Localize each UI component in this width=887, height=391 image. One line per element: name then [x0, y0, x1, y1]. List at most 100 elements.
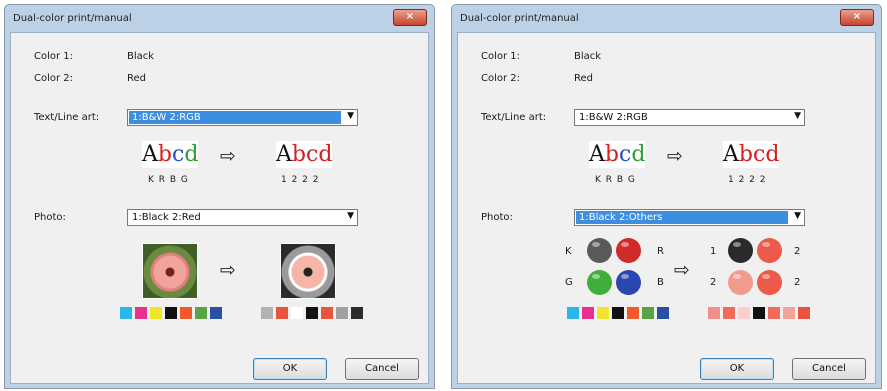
- swatch: [165, 307, 177, 319]
- cancel-button[interactable]: Cancel: [792, 358, 866, 380]
- sample-letter: c: [305, 142, 319, 167]
- ball-label: B: [657, 277, 664, 288]
- swatch: [657, 307, 669, 319]
- ball-black: [728, 238, 753, 263]
- right-arrow-icon: ⇨: [674, 259, 690, 281]
- swatch: [768, 307, 780, 319]
- sample-letter: A: [723, 142, 739, 167]
- swatch: [336, 307, 348, 319]
- swatch: [783, 307, 795, 319]
- ball-label: 2: [794, 246, 801, 257]
- swatch: [351, 307, 363, 319]
- cancel-button[interactable]: Cancel: [345, 358, 419, 380]
- chevron-down-icon[interactable]: ▼: [794, 111, 801, 121]
- text-line-art-label: Text/Line art:: [481, 112, 547, 123]
- chevron-down-icon[interactable]: ▼: [347, 111, 354, 121]
- swatch: [642, 307, 654, 319]
- ball-red: [616, 238, 641, 263]
- sample-text-original: Abcd: [142, 141, 198, 168]
- sample-color-codes: K R B G: [595, 175, 636, 185]
- text-line-art-select[interactable]: 1:B&W 2:RGB ▼: [127, 109, 358, 126]
- sample-letter: b: [157, 142, 172, 167]
- flower-photo-converted: [280, 243, 336, 299]
- photo-value: 1:Black 2:Others: [576, 211, 788, 224]
- swatch: [723, 307, 735, 319]
- ball-label: R: [657, 246, 664, 257]
- sample-letter: d: [184, 142, 199, 167]
- swatch: [306, 307, 318, 319]
- swatch: [150, 307, 162, 319]
- sample-letter: d: [631, 142, 646, 167]
- sample-text-converted: Abcd: [276, 141, 332, 168]
- color1-label: Color 1:: [481, 51, 521, 62]
- swatch: [135, 307, 147, 319]
- ball-light-red: [728, 270, 753, 295]
- swatch: [582, 307, 594, 319]
- swatch: [738, 307, 750, 319]
- title-bar[interactable]: Dual-color print/manual ×: [5, 5, 434, 31]
- ball-label: K: [565, 246, 572, 257]
- ball-label: 1: [710, 246, 717, 257]
- sample-text-converted: Abcd: [723, 141, 779, 168]
- swatch: [597, 307, 609, 319]
- sample-letter: b: [738, 142, 753, 167]
- color2-label: Color 2:: [481, 73, 521, 84]
- swatch: [120, 307, 132, 319]
- swatch: [261, 307, 273, 319]
- color2-value: Red: [574, 73, 593, 84]
- swatch: [798, 307, 810, 319]
- dialog-title: Dual-color print/manual: [460, 13, 579, 24]
- sample-letter: c: [171, 142, 185, 167]
- sample-color-codes: K R B G: [148, 175, 189, 185]
- swatch: [210, 307, 222, 319]
- color1-value: Black: [127, 51, 155, 62]
- close-button[interactable]: ×: [840, 9, 874, 26]
- photo-select[interactable]: 1:Black 2:Others ▼: [574, 209, 805, 226]
- ball-label: 2: [710, 277, 717, 288]
- swatch: [627, 307, 639, 319]
- dialog-body: Color 1: Black Color 2: Red Text/Line ar…: [10, 32, 429, 384]
- close-button[interactable]: ×: [393, 9, 427, 26]
- photo-label: Photo:: [34, 212, 66, 223]
- ok-button[interactable]: OK: [253, 358, 327, 380]
- swatch: [321, 307, 333, 319]
- dialog-dual-color-text: Dual-color print/manual × Color 1: Black…: [4, 4, 435, 389]
- text-line-art-select[interactable]: 1:B&W 2:RGB ▼: [574, 109, 805, 126]
- color1-label: Color 1:: [34, 51, 74, 62]
- result-color-codes: 1 2 2 2: [281, 175, 320, 185]
- sample-letter: A: [589, 142, 605, 167]
- swatch: [276, 307, 288, 319]
- text-line-art-value: 1:B&W 2:RGB: [579, 112, 648, 123]
- swatch: [567, 307, 579, 319]
- ball-green: [587, 270, 612, 295]
- right-arrow-icon: ⇨: [220, 145, 236, 167]
- sample-letter: b: [604, 142, 619, 167]
- color1-value: Black: [574, 51, 602, 62]
- text-line-art-value: 1:B&W 2:RGB: [129, 111, 341, 124]
- swatch: [753, 307, 765, 319]
- color2-value: Red: [127, 73, 146, 84]
- sample-letter: d: [318, 142, 333, 167]
- color2-label: Color 2:: [34, 73, 74, 84]
- title-bar[interactable]: Dual-color print/manual ×: [452, 5, 881, 31]
- text-line-art-label: Text/Line art:: [34, 112, 100, 123]
- photo-select[interactable]: 1:Black 2:Red ▼: [127, 209, 358, 226]
- photo-label: Photo:: [481, 212, 513, 223]
- sample-letter: d: [765, 142, 780, 167]
- dialog-title: Dual-color print/manual: [13, 13, 132, 24]
- sample-text-original: Abcd: [589, 141, 645, 168]
- ok-button[interactable]: OK: [700, 358, 774, 380]
- chevron-down-icon[interactable]: ▼: [347, 211, 354, 221]
- ball-red: [757, 238, 782, 263]
- sample-letter: b: [291, 142, 306, 167]
- sample-letter: c: [618, 142, 632, 167]
- ball-label: 2: [794, 277, 801, 288]
- photo-value: 1:Black 2:Red: [132, 212, 201, 223]
- right-arrow-icon: ⇨: [220, 259, 236, 281]
- sample-letter: c: [752, 142, 766, 167]
- swatch: [291, 307, 303, 319]
- chevron-down-icon[interactable]: ▼: [794, 211, 801, 221]
- sample-letter: A: [276, 142, 292, 167]
- dialog-dual-color-photo: Dual-color print/manual × Color 1: Black…: [451, 4, 882, 389]
- ball-label: G: [565, 277, 573, 288]
